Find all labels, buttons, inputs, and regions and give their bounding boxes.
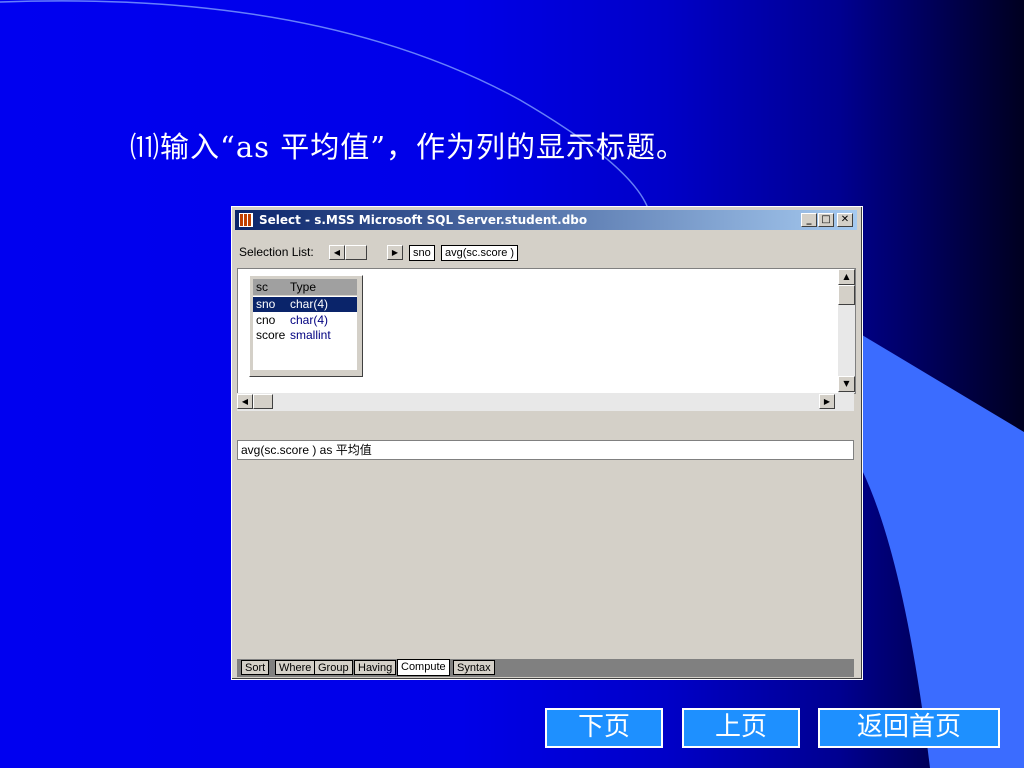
home-button[interactable]: 返回首页 — [818, 708, 1000, 748]
tab-where[interactable]: Where — [275, 660, 316, 675]
horizontal-scrollbar[interactable]: ◀ ▶ — [237, 393, 854, 411]
column-expression-field[interactable]: avg(sc.score ) as 平均值 — [237, 440, 854, 460]
type-header: Type — [290, 280, 317, 294]
scroll-down-button[interactable]: ▼ — [838, 376, 855, 392]
window-title: Select - s.MSS Microsoft SQL Server.stud… — [259, 213, 588, 227]
close-button[interactable]: ✕ — [837, 213, 853, 227]
previous-page-button[interactable]: 上页 — [682, 708, 800, 748]
column-row-cno[interactable]: cno char(4) — [253, 313, 357, 328]
minimize-button[interactable]: _ — [801, 213, 817, 227]
scroll-left-button[interactable]: ◀ — [329, 245, 345, 260]
scroll-left-button[interactable]: ◀ — [237, 394, 253, 409]
selection-list: Selection List: ◀ ▶ sno avg(sc.score ) — [235, 238, 857, 266]
column-name: score — [256, 328, 286, 342]
table-box-sc[interactable]: sc Type sno char(4) cno char(4) score sm… — [249, 275, 363, 377]
grid-icon — [239, 213, 253, 227]
scroll-up-button[interactable]: ▲ — [838, 269, 855, 285]
column-name: sno — [256, 297, 276, 311]
tab-group[interactable]: Group — [314, 660, 353, 675]
tab-having[interactable]: Having — [354, 660, 397, 675]
scroll-right-button[interactable]: ▶ — [819, 394, 835, 409]
table-header[interactable]: sc Type — [253, 279, 357, 295]
column-name: cno — [256, 313, 276, 327]
horizontal-scroll-thumb[interactable] — [253, 394, 273, 409]
column-row-score[interactable]: score smallint — [253, 328, 357, 343]
maximize-button[interactable]: □ — [818, 213, 834, 227]
selection-item[interactable]: sno — [409, 245, 435, 261]
tab-sort[interactable]: Sort — [241, 660, 270, 675]
column-list: sno char(4) cno char(4) score smallint — [253, 296, 357, 370]
selection-list-label: Selection List: — [239, 245, 314, 259]
window-titlebar[interactable]: Select - s.MSS Microsoft SQL Server.stud… — [235, 210, 857, 230]
tab-bar: Sort Where Group Having Compute Syntax — [237, 659, 854, 677]
column-row-sno[interactable]: sno char(4) — [253, 297, 357, 312]
next-page-button[interactable]: 下页 — [545, 708, 663, 748]
tab-syntax[interactable]: Syntax — [453, 660, 495, 675]
vertical-scrollbar[interactable]: ▲ ▼ — [838, 269, 855, 393]
column-type: char(4) — [290, 313, 329, 327]
vertical-scroll-thumb[interactable] — [838, 285, 855, 305]
selection-item[interactable]: avg(sc.score ) — [441, 245, 519, 261]
tab-compute[interactable]: Compute — [397, 659, 450, 676]
query-window: Select - s.MSS Microsoft SQL Server.stud… — [231, 206, 863, 680]
compute-pane — [237, 464, 854, 659]
table-name: sc — [256, 280, 268, 294]
diagram-pane[interactable]: sc Type sno char(4) cno char(4) score sm… — [237, 268, 856, 394]
slide-title: ⑾输入“as 平均值”，作为列的显示标题。 — [130, 130, 687, 164]
scroll-thumb[interactable] — [345, 245, 367, 260]
scroll-right-button[interactable]: ▶ — [387, 245, 403, 260]
column-type: smallint — [290, 328, 331, 342]
column-type: char(4) — [290, 297, 329, 311]
